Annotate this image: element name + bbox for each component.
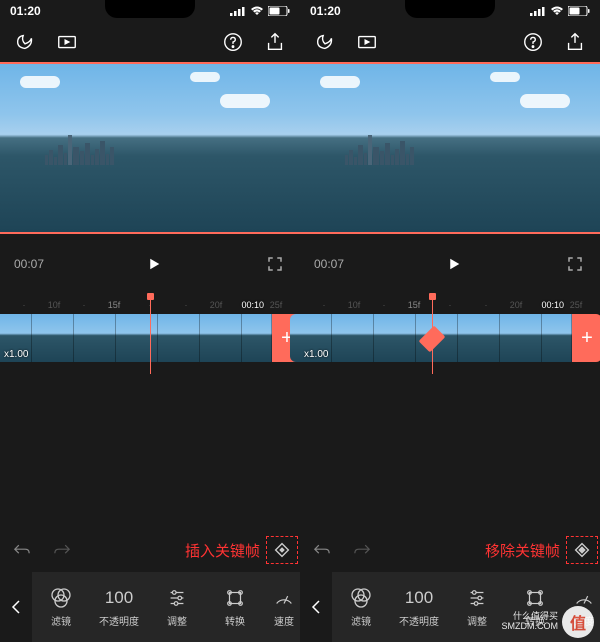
export-icon[interactable] — [264, 31, 286, 53]
status-time: 01:20 — [310, 4, 341, 18]
aspect-icon[interactable] — [356, 31, 378, 53]
home-icon[interactable] — [314, 31, 336, 53]
back-button[interactable] — [0, 572, 32, 642]
help-icon[interactable] — [222, 31, 244, 53]
wifi-icon — [250, 6, 264, 16]
playhead[interactable] — [150, 294, 151, 374]
watermark-badge: 值 — [562, 606, 594, 638]
clip-speed-label: x1.00 — [304, 349, 328, 360]
signal-icon — [230, 6, 246, 16]
notch — [405, 0, 495, 18]
current-time: 00:07 — [14, 257, 44, 271]
clip-track[interactable]: + — [0, 314, 310, 362]
status-time: 01:20 — [10, 4, 41, 18]
left-panel: 01:20 00:07 — [0, 0, 300, 642]
video-preview[interactable] — [300, 64, 600, 232]
back-button[interactable] — [300, 572, 332, 642]
undo-button[interactable] — [312, 542, 332, 558]
battery-icon — [268, 6, 290, 16]
watermark: 什么值得买 SMZDM.COM 值 — [502, 606, 595, 638]
home-icon[interactable] — [14, 31, 36, 53]
play-button[interactable] — [139, 249, 169, 279]
fullscreen-icon[interactable] — [564, 253, 586, 275]
signal-icon — [530, 6, 546, 16]
aspect-icon[interactable] — [56, 31, 78, 53]
action-row: 移除关键帧 — [300, 528, 600, 572]
keyframe-button[interactable] — [266, 536, 298, 564]
fullscreen-icon[interactable] — [264, 253, 286, 275]
tool-adjust[interactable]: 调整 — [448, 587, 506, 628]
playback-controls: 00:07 — [300, 234, 600, 294]
tool-adjust[interactable]: 调整 — [148, 587, 206, 628]
tool-opacity[interactable]: 100不透明度 — [90, 587, 148, 628]
current-time: 00:07 — [314, 257, 344, 271]
clip-duration-label: 00:10 — [241, 300, 264, 310]
right-panel: 01:20 00:07 — [300, 0, 600, 642]
preview-area — [300, 62, 600, 234]
undo-button[interactable] — [12, 542, 32, 558]
notch — [105, 0, 195, 18]
playback-controls: 00:07 — [0, 234, 300, 294]
video-preview[interactable] — [0, 64, 300, 232]
timeline[interactable]: · 10f · 15f · · 20f · 25f + x1.00 00:10 — [300, 294, 600, 374]
tool-speed[interactable]: 速度 — [264, 587, 300, 628]
action-row: 插入关键帧 — [0, 528, 300, 572]
top-toolbar — [0, 22, 300, 62]
redo-button[interactable] — [352, 542, 372, 558]
export-icon[interactable] — [564, 31, 586, 53]
annotation-text: 移除关键帧 — [485, 540, 560, 561]
status-indicators — [530, 6, 590, 16]
clip-duration-label: 00:10 — [541, 300, 564, 310]
top-toolbar — [300, 22, 600, 62]
preview-area — [0, 62, 300, 234]
help-icon[interactable] — [522, 31, 544, 53]
keyframe-button[interactable] — [566, 536, 598, 564]
tool-row: 滤镜 100不透明度 调整 转换 速度 — [0, 572, 300, 642]
status-indicators — [230, 6, 290, 16]
redo-button[interactable] — [52, 542, 72, 558]
tool-filters[interactable]: 滤镜 — [332, 587, 390, 628]
play-button[interactable] — [439, 249, 469, 279]
annotation-text: 插入关键帧 — [185, 540, 260, 561]
clip-speed-label: x1.00 — [4, 349, 28, 360]
wifi-icon — [550, 6, 564, 16]
timeline[interactable]: · 10f · 15f · · 20f · 25f + x1.00 00:10 — [0, 294, 300, 374]
tool-opacity[interactable]: 100不透明度 — [390, 587, 448, 628]
battery-icon — [568, 6, 590, 16]
tool-transform[interactable]: 转换 — [206, 587, 264, 628]
tool-filters[interactable]: 滤镜 — [32, 587, 90, 628]
clip-track[interactable]: + — [290, 314, 600, 362]
add-clip-button[interactable]: + — [572, 314, 600, 362]
